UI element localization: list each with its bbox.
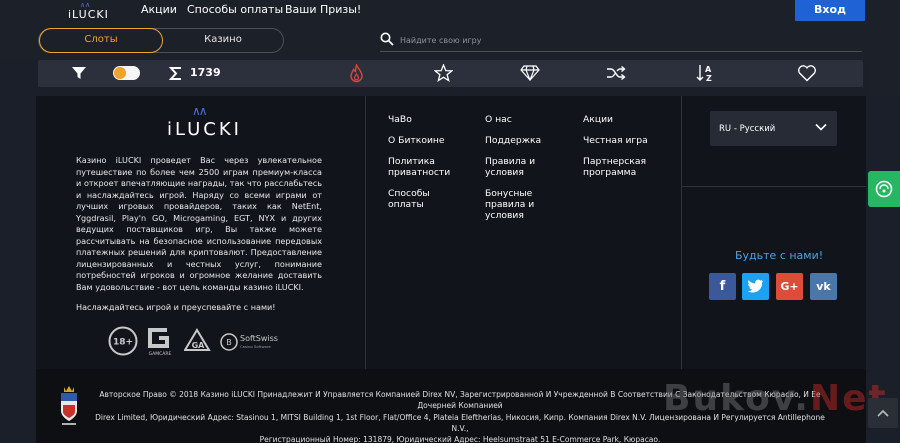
google-plus-button[interactable]: G+: [776, 273, 803, 300]
tab-casino[interactable]: Казино: [163, 29, 283, 52]
scroll-to-top-button[interactable]: [868, 398, 898, 428]
twitter-icon: [747, 279, 763, 293]
login-button[interactable]: Вход: [795, 0, 865, 21]
ga-label: GA: [192, 341, 206, 350]
footer-link-support[interactable]: Поддержка: [485, 135, 575, 146]
gamcare-icon: GAMCARE: [148, 328, 172, 357]
age-18-icon: 18+: [108, 326, 138, 356]
tab-slots[interactable]: Слоты: [39, 28, 163, 53]
site-logo[interactable]: ∧∧ iLUCKI: [66, 1, 109, 21]
top-nav: ∧∧ iLUCKI Акции Способы оплаты Ваши Приз…: [0, 0, 900, 22]
footer-link-affiliate[interactable]: Партнерская программа: [583, 156, 658, 178]
chevron-up-icon: [877, 409, 889, 417]
fire-icon[interactable]: [349, 64, 364, 83]
badges: 18+ GAMCARE GA B SoftSwiss Casino Softwa…: [108, 325, 298, 357]
footer-logo-text: iLUCKI: [167, 119, 242, 140]
filter-icon[interactable]: [71, 65, 87, 81]
mode-switch: Слоты Казино: [38, 28, 284, 53]
nav-link-prizes[interactable]: Ваши Призы!: [285, 3, 361, 16]
chevron-down-icon: [815, 123, 827, 131]
softswiss-label: SoftSwiss: [240, 334, 278, 343]
search-box: [380, 30, 862, 52]
copyright-line: Регистрационный Номер: 131879, Юридическ…: [259, 435, 661, 443]
logo-text: iLUCKI: [68, 8, 109, 21]
toggle-knob: [114, 67, 126, 79]
gamcare-label: GAMCARE: [149, 351, 172, 357]
svg-text:B: B: [226, 338, 232, 347]
heart-icon[interactable]: [797, 64, 817, 82]
chat-icon: [875, 180, 893, 198]
footer-logo[interactable]: ∧∧ iLUCKI: [165, 104, 239, 140]
diamond-icon[interactable]: [520, 65, 540, 81]
footer-divider: [681, 96, 682, 369]
nav-link-promotions[interactable]: Акции: [141, 3, 177, 16]
footer-link-faq[interactable]: ЧаВо: [388, 114, 478, 125]
games-count: 1739: [190, 66, 221, 79]
footer-link-terms[interactable]: Правила и условия: [485, 156, 545, 178]
footer-link-privacy[interactable]: Политика приватности: [388, 156, 458, 178]
controls-row: Слоты Казино: [0, 22, 900, 60]
watermark-text: Bukov.: [663, 378, 810, 419]
sort-az-icon[interactable]: A Z: [696, 63, 716, 83]
search-input[interactable]: [400, 31, 840, 49]
favorites-toggle[interactable]: [113, 66, 140, 80]
google-plus-icon: G+: [780, 280, 799, 293]
footer-link-about-us[interactable]: О нас: [485, 114, 575, 125]
enjoy-text: Наслаждайтесь игрой и преуспевайте с нам…: [76, 302, 276, 312]
language-select[interactable]: RU - Русский: [710, 111, 837, 146]
footer-divider: [681, 186, 866, 187]
shuffle-icon[interactable]: [606, 65, 626, 81]
vk-icon: vk: [816, 280, 831, 293]
follow-us-heading: Будьте с нами!: [735, 249, 824, 262]
watermark: Bukov.Net: [663, 378, 888, 419]
search-icon: [380, 32, 394, 46]
about-text: Казино iLUCKI проведет Вас через увлекат…: [76, 155, 322, 292]
sigma-icon: [169, 67, 181, 80]
twitter-button[interactable]: [742, 273, 769, 300]
footer-link-bonus-terms[interactable]: Бонусные правила и условия: [485, 188, 545, 221]
curacao-crest-icon: [61, 386, 77, 425]
footer-link-about-bitcoin[interactable]: О Биткоине: [388, 135, 478, 146]
softswiss-logo: B SoftSwiss Casino Software: [220, 333, 278, 351]
ga-icon: GA: [184, 328, 211, 351]
age-badge-label: 18+: [113, 338, 133, 348]
svg-text:Z: Z: [706, 74, 712, 83]
footer-divider: [365, 96, 366, 369]
support-chat-button[interactable]: [868, 171, 900, 207]
facebook-icon: f: [719, 279, 726, 294]
star-icon[interactable]: [434, 64, 453, 82]
footer-link-fair-play[interactable]: Честная игра: [583, 135, 673, 146]
language-value: RU - Русский: [719, 124, 776, 134]
footer-link-promotions[interactable]: Акции: [583, 114, 673, 125]
softswiss-sub-label: Casino Software: [240, 344, 271, 349]
filter-bar: 1739 A Z: [38, 60, 863, 87]
svg-text:A: A: [705, 65, 712, 74]
logo-ears-icon: ∧∧: [192, 104, 208, 118]
vk-button[interactable]: vk: [810, 273, 837, 300]
nav-link-payment-methods[interactable]: Способы оплаты: [187, 3, 283, 16]
facebook-button[interactable]: f: [709, 273, 736, 300]
footer-link-payment-methods[interactable]: Способы оплаты: [388, 188, 448, 210]
